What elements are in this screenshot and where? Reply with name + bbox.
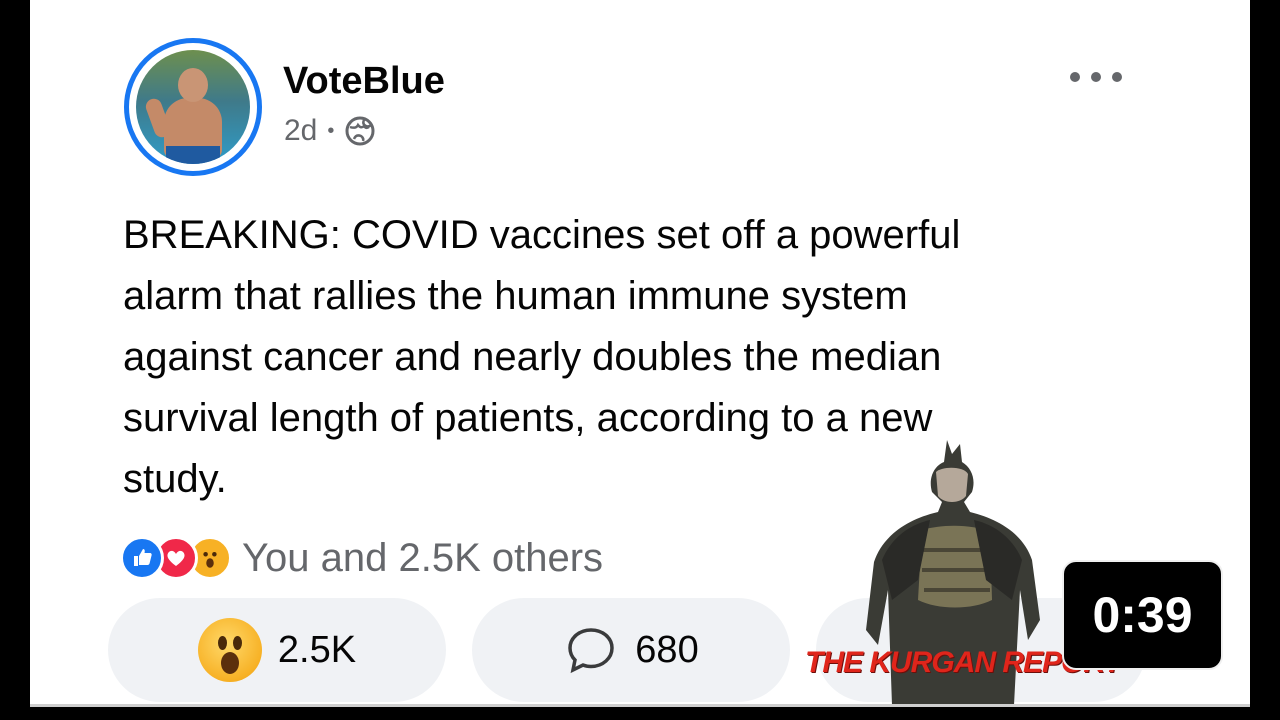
comment-button[interactable]: 680 [472, 598, 790, 702]
author-name[interactable]: VoteBlue [283, 60, 445, 103]
author-avatar[interactable] [124, 38, 262, 176]
post-text-line: alarm that rallies the human immune syst… [123, 274, 908, 318]
post-time[interactable]: 2d [284, 114, 317, 148]
post-card: VoteBlue 2d • BREAKING: COVID vaccines s… [30, 0, 1250, 705]
comment-count: 680 [635, 628, 699, 671]
globe-icon [344, 115, 376, 147]
wow-reaction-icon [197, 618, 262, 682]
like-icon [120, 536, 164, 580]
reactions-summary[interactable]: You and 2.5K others [120, 533, 603, 583]
reaction-count: 2.5K [277, 628, 357, 671]
avatar-photo [136, 50, 250, 164]
post-text-line: BREAKING: COVID vaccines set off a power… [123, 213, 961, 257]
video-duration-badge: 0:39 [1062, 560, 1223, 670]
post-text-line: against cancer and nearly doubles the me… [123, 335, 942, 379]
comment-icon [563, 622, 619, 678]
right-letterbox [1250, 0, 1280, 720]
more-options-icon[interactable] [1066, 62, 1126, 92]
card-bottom-border [30, 704, 1250, 707]
reactions-text: You and 2.5K others [242, 535, 604, 580]
post-meta: 2d • [284, 114, 376, 148]
reaction-button[interactable]: 2.5K [108, 598, 446, 702]
meta-separator: • [327, 119, 335, 142]
